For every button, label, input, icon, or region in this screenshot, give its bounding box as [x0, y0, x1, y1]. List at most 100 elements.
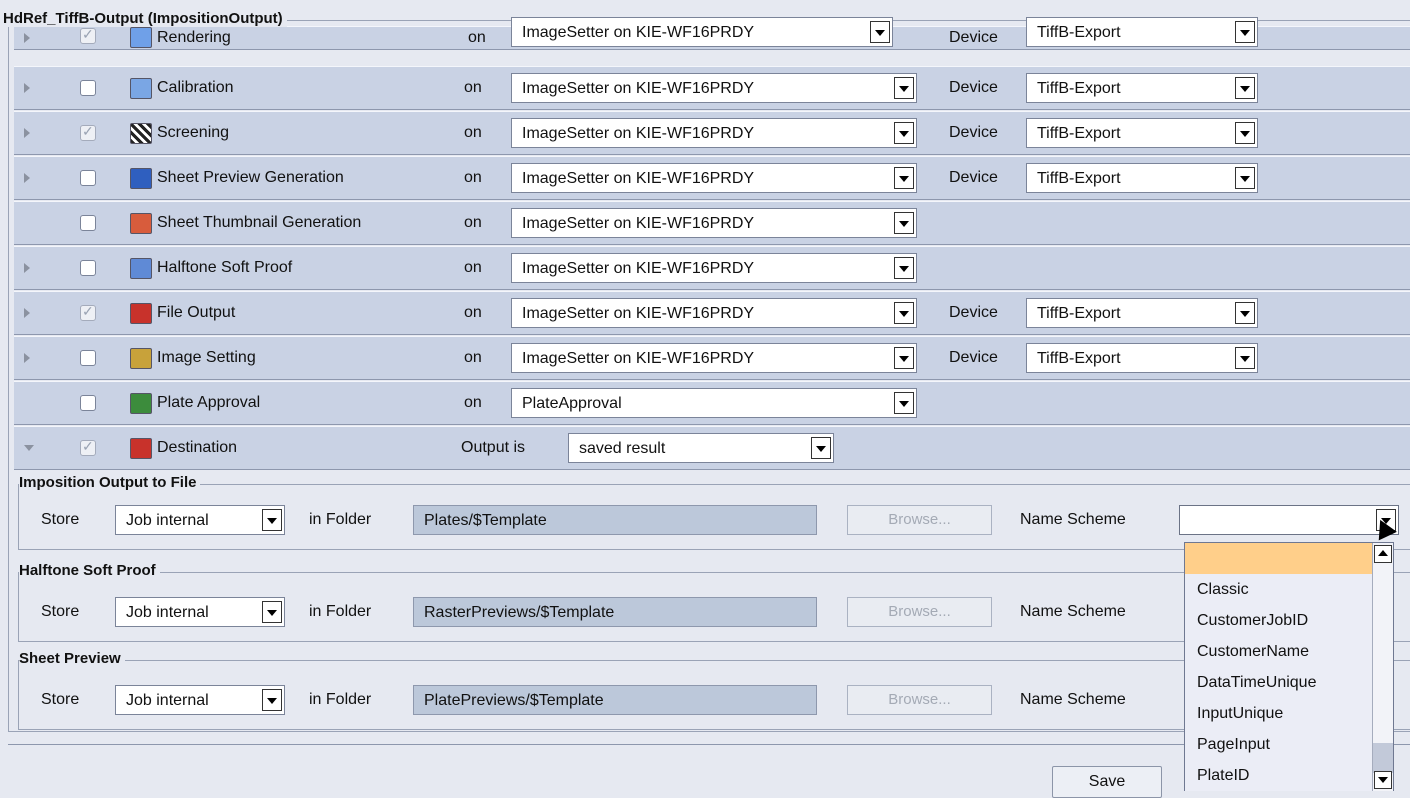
browse-button[interactable]: Browse... [847, 597, 992, 627]
plate-approval-checkbox[interactable] [80, 395, 96, 411]
dropdown-option[interactable]: DataTimeUnique [1185, 667, 1393, 698]
sheet-preview-device-select[interactable]: TiffB-Export [1026, 163, 1258, 193]
save-button[interactable]: Save [1052, 766, 1162, 798]
chevron-down-icon[interactable] [262, 601, 282, 623]
workflow-row-screening[interactable]: Screening on ImageSetter on KIE-WF16PRDY… [14, 111, 1410, 155]
scroll-up-icon[interactable] [1374, 545, 1392, 563]
workflow-row-halftone-soft-proof[interactable]: Halftone Soft Proof on ImageSetter on KI… [14, 246, 1410, 290]
chevron-down-icon[interactable] [894, 167, 914, 189]
screening-checkbox[interactable] [80, 123, 96, 141]
sheet-preview-icon [130, 168, 152, 189]
workflow-row-file-output[interactable]: File Output on ImageSetter on KIE-WF16PR… [14, 291, 1410, 335]
plate-approval-label: Plate Approval [157, 394, 261, 411]
chevron-down-icon[interactable] [894, 212, 914, 234]
device-label: Device [949, 304, 998, 321]
sheet-preview-checkbox[interactable] [80, 170, 96, 186]
expand-icon[interactable] [24, 173, 30, 183]
calibration-checkbox[interactable] [80, 80, 96, 96]
folder-field[interactable]: PlatePreviews/$Template [413, 685, 817, 715]
name-scheme-dropdown-list[interactable]: Classic CustomerJobID CustomerName DataT… [1184, 542, 1394, 791]
sheet-thumbnail-checkbox[interactable] [80, 215, 96, 231]
chevron-down-icon[interactable] [1235, 77, 1255, 99]
folder-field[interactable]: RasterPreviews/$Template [413, 597, 817, 627]
chevron-down-icon[interactable] [262, 689, 282, 711]
device-label: Device [949, 169, 998, 186]
workflow-row-plate-approval[interactable]: Plate Approval on PlateApproval [14, 381, 1410, 425]
chevron-down-icon[interactable] [894, 77, 914, 99]
chevron-down-icon[interactable] [811, 437, 831, 459]
name-scheme-label: Name Scheme [1020, 603, 1126, 620]
chevron-down-icon[interactable] [1235, 167, 1255, 189]
expand-icon[interactable] [24, 308, 30, 318]
chevron-down-icon[interactable] [894, 392, 914, 414]
dropdown-option[interactable]: PlateID [1185, 760, 1393, 791]
screening-device-select[interactable]: TiffB-Export [1026, 118, 1258, 148]
expand-icon[interactable] [24, 33, 30, 43]
screening-processor-select[interactable]: ImageSetter on KIE-WF16PRDY [511, 118, 917, 148]
chevron-down-icon[interactable] [894, 347, 914, 369]
file-output-label: File Output [157, 304, 236, 321]
image-setting-checkbox[interactable] [80, 350, 96, 366]
chevron-down-icon[interactable] [870, 21, 890, 43]
dropdown-option[interactable] [1185, 543, 1393, 574]
dropdown-option[interactable]: CustomerName [1185, 636, 1393, 667]
dropdown-option[interactable]: Classic [1185, 574, 1393, 605]
store-select[interactable]: Job internal [115, 685, 285, 715]
scrollbar-thumb[interactable] [1373, 743, 1393, 773]
chevron-down-icon[interactable] [894, 257, 914, 279]
chevron-down-icon[interactable] [1235, 347, 1255, 369]
dropdown-option[interactable]: PageInput [1185, 729, 1393, 760]
file-output-icon [130, 303, 152, 324]
expand-icon[interactable] [24, 128, 30, 138]
chevron-down-icon[interactable] [894, 302, 914, 324]
rendering-checkbox[interactable] [80, 26, 96, 44]
name-scheme-label: Name Scheme [1020, 691, 1126, 708]
browse-button[interactable]: Browse... [847, 685, 992, 715]
file-output-processor-select[interactable]: ImageSetter on KIE-WF16PRDY [511, 298, 917, 328]
chevron-down-icon[interactable] [1235, 302, 1255, 324]
calibration-device-select[interactable]: TiffB-Export [1026, 73, 1258, 103]
sheet-thumbnail-processor-select[interactable]: ImageSetter on KIE-WF16PRDY [511, 208, 917, 238]
destination-checkbox[interactable] [80, 438, 96, 456]
halftone-checkbox[interactable] [80, 260, 96, 276]
store-label: Store [41, 603, 80, 620]
output-result-select[interactable]: saved result [568, 433, 834, 463]
workflow-row-image-setting[interactable]: Image Setting on ImageSetter on KIE-WF16… [14, 336, 1410, 380]
sheet-preview-processor-select[interactable]: ImageSetter on KIE-WF16PRDY [511, 163, 917, 193]
folder-field[interactable]: Plates/$Template [413, 505, 817, 535]
collapse-icon[interactable] [24, 445, 34, 451]
file-output-device-select[interactable]: TiffB-Export [1026, 298, 1258, 328]
window-title: HdRef_TiffB-Output (ImpositionOutput) [3, 10, 287, 27]
halftone-processor-select[interactable]: ImageSetter on KIE-WF16PRDY [511, 253, 917, 283]
name-scheme-select[interactable] [1179, 505, 1399, 535]
dropdown-option[interactable]: InputUnique [1185, 698, 1393, 729]
plate-approval-processor-select[interactable]: PlateApproval [511, 388, 917, 418]
file-output-checkbox[interactable] [80, 303, 96, 321]
store-select[interactable]: Job internal [115, 597, 285, 627]
expand-icon[interactable] [24, 263, 30, 273]
scroll-down-icon[interactable] [1374, 771, 1392, 789]
store-select[interactable]: Job internal [115, 505, 285, 535]
chevron-down-icon[interactable] [1235, 122, 1255, 144]
workflow-row-destination[interactable]: Destination Output is saved result [14, 426, 1410, 470]
sheet-thumbnail-icon [130, 213, 152, 234]
workflow-row-calibration[interactable]: Calibration on ImageSetter on KIE-WF16PR… [14, 66, 1410, 110]
chevron-down-icon[interactable] [1235, 21, 1255, 43]
halftone-icon [130, 258, 152, 279]
expand-icon[interactable] [24, 83, 30, 93]
dropdown-option[interactable]: CustomerJobID [1185, 605, 1393, 636]
chevron-down-icon[interactable] [894, 122, 914, 144]
expand-icon[interactable] [24, 353, 30, 363]
workflow-row-sheet-thumbnail-generation[interactable]: Sheet Thumbnail Generation on ImageSette… [14, 201, 1410, 245]
image-setting-processor-select[interactable]: ImageSetter on KIE-WF16PRDY [511, 343, 917, 373]
image-setting-device-select[interactable]: TiffB-Export [1026, 343, 1258, 373]
rendering-device-select[interactable]: TiffB-Export [1026, 17, 1258, 47]
browse-button[interactable]: Browse... [847, 505, 992, 535]
workflow-row-sheet-preview-generation[interactable]: Sheet Preview Generation on ImageSetter … [14, 156, 1410, 200]
rendering-processor-select[interactable]: ImageSetter on KIE-WF16PRDY [511, 17, 893, 47]
dropdown-scrollbar[interactable] [1372, 543, 1393, 791]
workflow-row-rendering[interactable]: Rendering on ImageSetter on KIE-WF16PRDY… [14, 17, 1410, 50]
in-folder-label: in Folder [309, 603, 372, 620]
calibration-processor-select[interactable]: ImageSetter on KIE-WF16PRDY [511, 73, 917, 103]
chevron-down-icon[interactable] [262, 509, 282, 531]
